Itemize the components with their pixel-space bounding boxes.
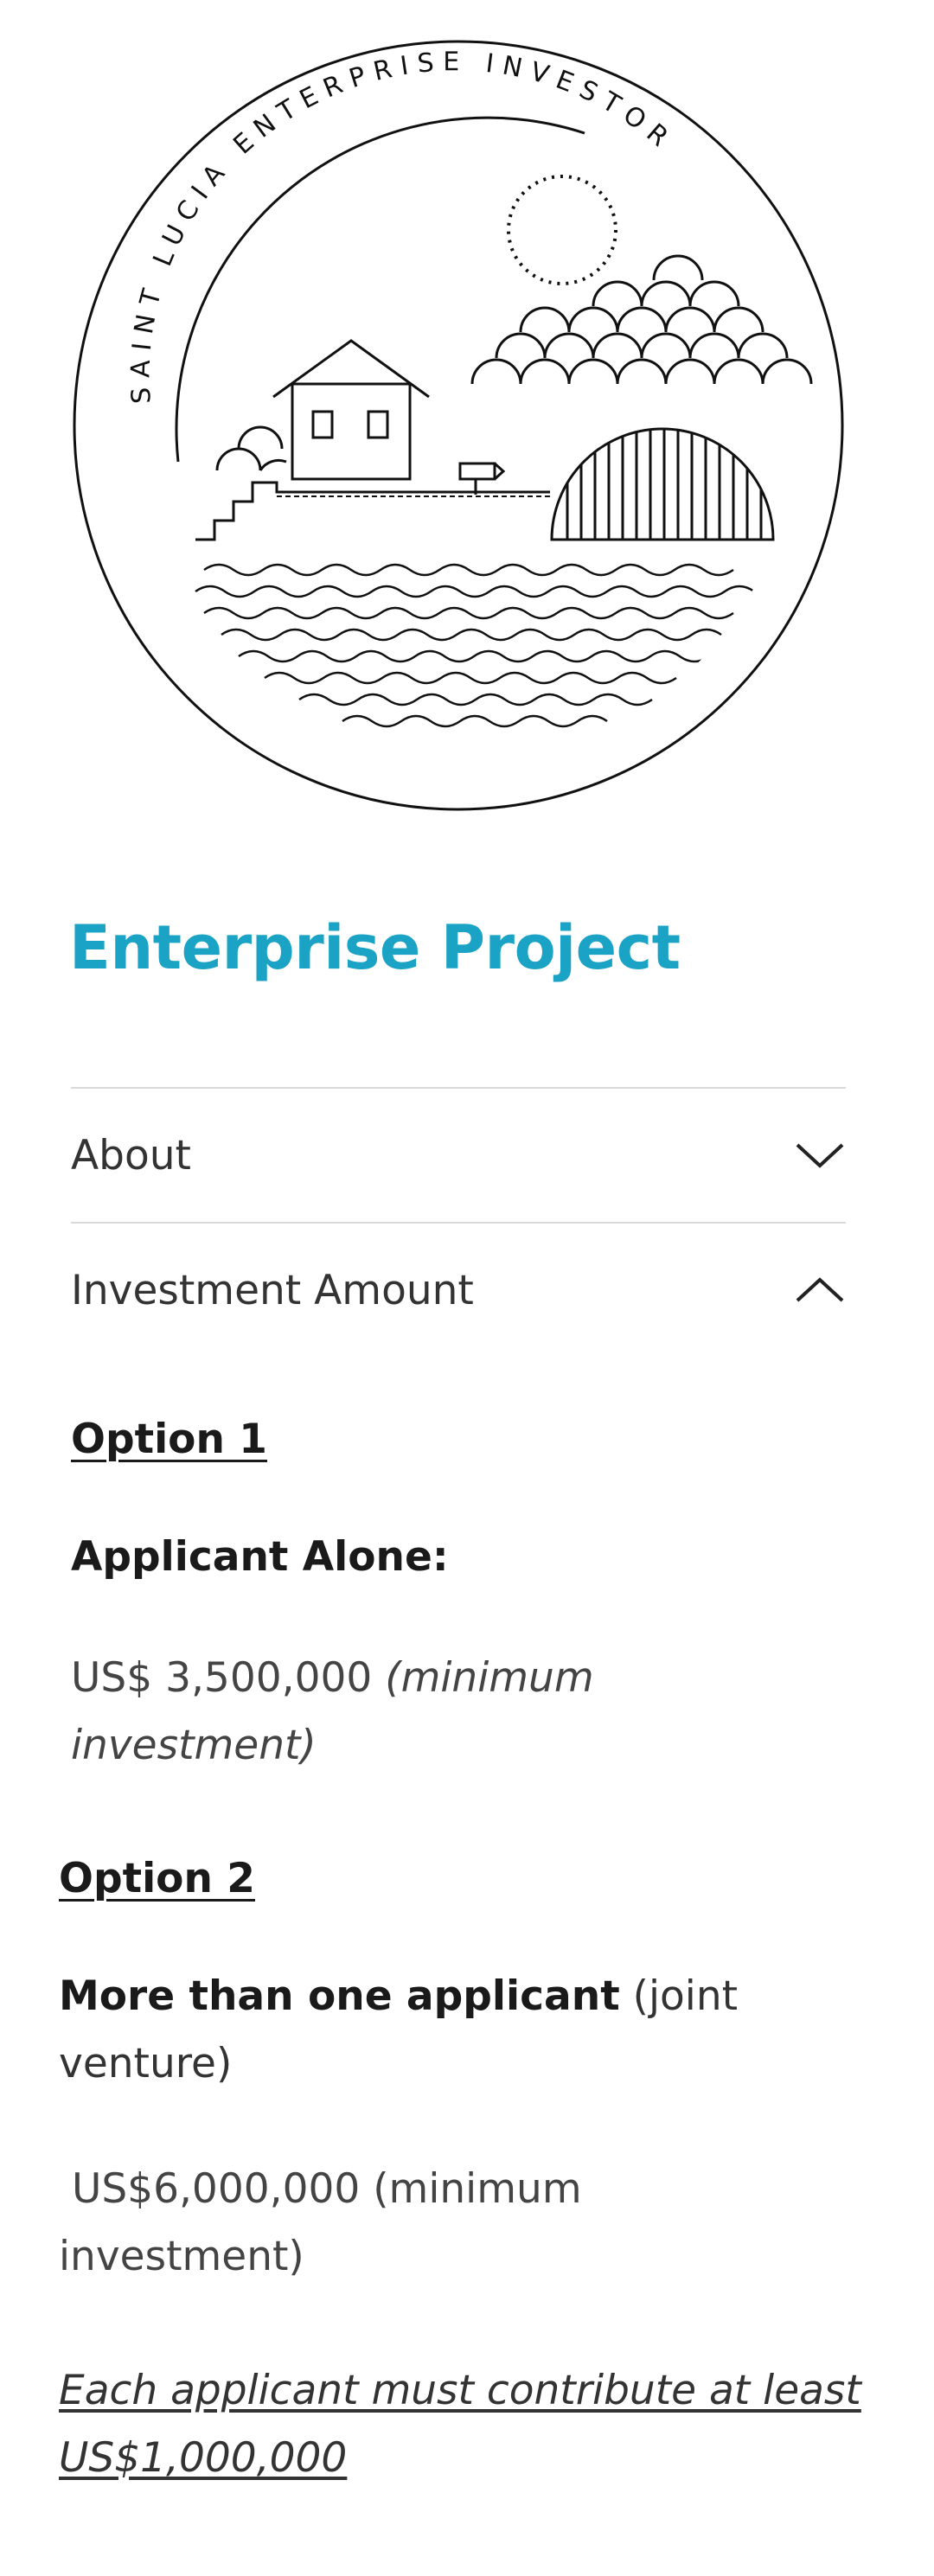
house-icon: [272, 339, 430, 481]
option-1-subheading: Applicant Alone:: [71, 1533, 449, 1581]
emblem-svg: SAINT LUCIA ENTERPRISE INVESTOR: [73, 40, 844, 811]
option-2-subheading-bold: More than one applicant: [59, 1972, 620, 2020]
option-2-subheading: More than one applicant (joint: [59, 1963, 738, 2030]
accordion-item-about[interactable]: About: [71, 1087, 846, 1222]
chevron-down-icon[interactable]: [794, 1140, 846, 1171]
chevron-up-icon[interactable]: [794, 1275, 846, 1306]
option-2-amount: US$6,000,000 (minimum: [59, 2165, 582, 2213]
option-1-amount: US$ 3,500,000 (minimum: [71, 1645, 594, 1712]
option-2-amount-cont: investment): [59, 2233, 304, 2280]
accordion-item-label: About: [71, 1131, 191, 1179]
option-1-amount-note: (minimum: [385, 1654, 594, 1702]
option-1-heading: Option 1: [71, 1416, 267, 1463]
signpost-icon: [458, 462, 506, 495]
saint-lucia-emblem: SAINT LUCIA ENTERPRISE INVESTOR: [66, 12, 851, 816]
option-2-contribution-note-cont: US$1,000,000: [59, 2434, 348, 2482]
emblem-arc-text: SAINT LUCIA ENTERPRISE INVESTOR: [125, 47, 680, 405]
hills-icon: [470, 254, 813, 385]
page-title: Enterprise Project: [69, 912, 681, 983]
accordion-item-investment-amount[interactable]: Investment Amount: [71, 1222, 846, 1357]
waves-icon: [195, 563, 755, 728]
accordion-item-label: Investment Amount: [71, 1266, 474, 1314]
accordion: About Investment Amount: [71, 1087, 846, 1357]
option-1-amount-value: US$ 3,500,000: [71, 1654, 373, 1702]
bush-icon: [215, 425, 287, 471]
dome-icon: [550, 427, 775, 541]
emblem-outer-ring: [73, 40, 844, 811]
option-2-subheading-cont: venture): [59, 2040, 233, 2087]
sun-icon: [507, 175, 617, 285]
option-2-contribution-note: Each applicant must contribute at least: [59, 2367, 861, 2414]
option-2-heading: Option 2: [59, 1855, 255, 1902]
option-2-subheading-rest: (joint: [632, 1972, 739, 2020]
option-1-amount-note-cont: investment): [71, 1722, 317, 1769]
